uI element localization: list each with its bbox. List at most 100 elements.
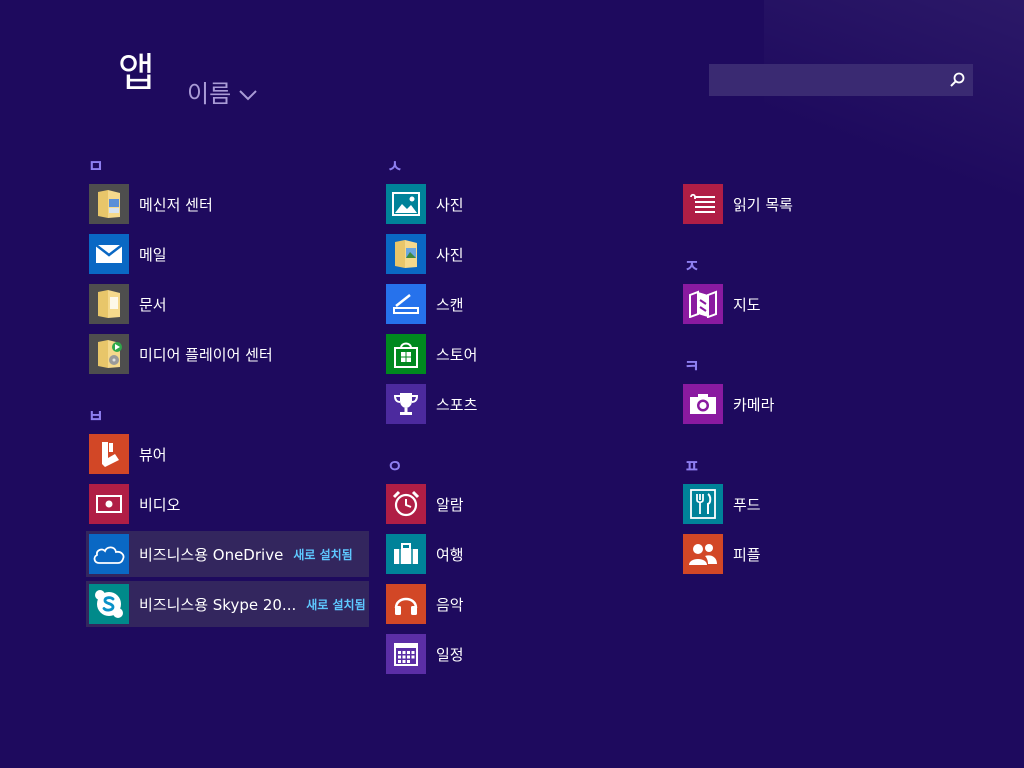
app-documents[interactable]: 문서 — [86, 281, 369, 327]
app-label: 문서 — [139, 295, 167, 314]
app-tile — [89, 584, 129, 624]
app-label: 비즈니스용 OneDrive — [139, 545, 284, 564]
group-header-bieup[interactable]: ㅂ — [88, 402, 104, 427]
group-header-pieup[interactable]: ㅍ — [684, 452, 700, 477]
group-header-siot[interactable]: ㅅ — [387, 152, 403, 177]
app-tile — [386, 634, 426, 674]
app-label: 지도 — [733, 295, 761, 314]
search-button[interactable] — [945, 68, 969, 92]
app-sports[interactable]: 스포츠 — [383, 381, 666, 427]
app-label: 피플 — [733, 545, 761, 564]
app-calendar[interactable]: 일정 — [383, 631, 666, 677]
app-store[interactable]: 스토어 — [383, 331, 666, 377]
app-tile — [683, 284, 723, 324]
app-tile — [386, 284, 426, 324]
sort-label: 이름 — [187, 80, 232, 108]
reader-icon — [102, 442, 119, 467]
page-title: 앱 — [118, 50, 156, 96]
app-label: 스토어 — [436, 345, 478, 364]
calendar-icon — [394, 643, 418, 666]
app-food[interactable]: 푸드 — [680, 481, 963, 527]
app-label: 뷰어 — [139, 445, 167, 464]
app-label: 사진 — [436, 195, 464, 214]
folder-icon — [98, 190, 120, 218]
app-label: 일정 — [436, 645, 464, 664]
headphones-icon — [394, 597, 418, 615]
new-install-badge: 새로 설치됨 — [306, 597, 366, 612]
app-tile — [683, 184, 723, 224]
app-label: 비디오 — [139, 495, 181, 514]
app-label: 읽기 목록 — [733, 195, 793, 214]
new-install-badge: 새로 설치됨 — [293, 547, 353, 562]
app-label: 비즈니스용 Skype 20... — [139, 595, 297, 614]
app-tile — [89, 234, 129, 274]
app-tile — [386, 584, 426, 624]
app-tile — [89, 484, 129, 524]
app-tile — [89, 184, 129, 224]
app-photos-folder[interactable]: 사진 — [383, 231, 666, 277]
scan-icon — [393, 294, 419, 314]
app-label: 스포츠 — [436, 395, 478, 414]
app-messenger-center[interactable]: 메신저 센터 — [86, 181, 369, 227]
people-icon — [689, 544, 717, 565]
app-video[interactable]: 비디오 — [86, 481, 369, 527]
app-onedrive-business[interactable]: 비즈니스용 OneDrive 새로 설치됨 — [86, 531, 369, 577]
app-maps[interactable]: 지도 — [680, 281, 963, 327]
map-icon — [689, 290, 717, 318]
app-tile — [89, 434, 129, 474]
sort-dropdown[interactable]: 이름 — [187, 74, 257, 109]
app-tile — [89, 534, 129, 574]
app-mail[interactable]: 메일 — [86, 231, 369, 277]
app-label: 스캔 — [436, 295, 464, 314]
food-icon — [690, 489, 716, 519]
app-label: 음악 — [436, 595, 464, 614]
trophy-icon — [393, 393, 419, 415]
app-tile — [386, 484, 426, 524]
alarm-icon — [392, 490, 420, 517]
search-box[interactable] — [709, 64, 973, 96]
app-tile — [89, 284, 129, 324]
search-input[interactable] — [709, 64, 939, 96]
background-glow — [764, 0, 1024, 200]
folder-icon — [98, 290, 120, 318]
suitcase-icon — [394, 543, 418, 564]
app-photos[interactable]: 사진 — [383, 181, 666, 227]
app-tile — [683, 484, 723, 524]
app-reading-list[interactable]: 읽기 목록 — [680, 181, 963, 227]
group-header-ieung[interactable]: ㅇ — [387, 452, 403, 477]
app-travel[interactable]: 여행 — [383, 531, 666, 577]
app-tile — [683, 534, 723, 574]
app-tile — [386, 534, 426, 574]
app-scan[interactable]: 스캔 — [383, 281, 666, 327]
group-header-jieut[interactable]: ㅈ — [684, 252, 700, 277]
app-label: 여행 — [436, 545, 464, 564]
search-icon — [950, 72, 965, 87]
video-icon — [96, 495, 122, 513]
app-label: 카메라 — [733, 395, 775, 414]
app-viewer[interactable]: 뷰어 — [86, 431, 369, 477]
mail-icon — [95, 244, 123, 263]
store-icon — [394, 342, 418, 368]
app-label: 사진 — [436, 245, 464, 264]
app-label: 푸드 — [733, 495, 761, 514]
app-tile — [683, 384, 723, 424]
chevron-down-icon — [239, 89, 257, 100]
app-skype-business[interactable]: 비즈니스용 Skype 20... 새로 설치됨 — [86, 581, 369, 627]
app-tile — [89, 334, 129, 374]
app-tile — [386, 184, 426, 224]
app-media-player-center[interactable]: 미디어 플레이어 센터 — [86, 331, 369, 377]
app-alarms[interactable]: 알람 — [383, 481, 666, 527]
photo-icon — [392, 192, 420, 216]
app-music[interactable]: 음악 — [383, 581, 666, 627]
reading-list-icon — [690, 193, 715, 213]
app-people[interactable]: 피플 — [680, 531, 963, 577]
group-header-mieum[interactable]: ㅁ — [88, 152, 104, 177]
folder-icon — [98, 340, 122, 368]
group-header-kieuk[interactable]: ㅋ — [684, 352, 700, 377]
cloud-icon — [93, 546, 125, 564]
app-tile — [386, 384, 426, 424]
app-label: 메일 — [139, 245, 167, 264]
app-tile — [386, 334, 426, 374]
app-label: 알람 — [436, 495, 464, 514]
app-camera[interactable]: 카메라 — [680, 381, 963, 427]
